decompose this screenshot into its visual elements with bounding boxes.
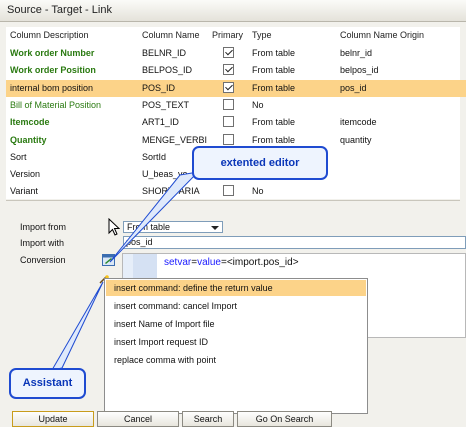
cell-type: No <box>252 99 264 110</box>
assistant-menu: insert command: define the return value … <box>104 278 368 414</box>
header-primary[interactable]: Primary <box>212 30 243 42</box>
import-from-select[interactable]: From table <box>123 221 223 233</box>
conversion-code: setvar=value=<import.pos_id> <box>164 257 299 268</box>
primary-checkbox[interactable] <box>223 185 234 197</box>
menu-item-label: insert command: cancel Import <box>114 301 238 311</box>
conversion-label: Conversion <box>20 255 66 265</box>
callout-assistant: Assistant <box>9 368 86 399</box>
cell-column-description: Version <box>10 169 41 180</box>
separator <box>6 200 460 201</box>
cell-column-name-origin: itemcode <box>340 117 377 128</box>
primary-checkbox[interactable] <box>223 116 234 128</box>
cell-type: From table <box>252 134 296 145</box>
cell-column-name: SHORTVARIA <box>142 186 200 197</box>
primary-checkbox[interactable] <box>223 64 234 76</box>
cell-column-name: SortId <box>142 151 167 162</box>
cell-column-description: Work order Number <box>10 48 95 58</box>
table-row[interactable]: Itemcode ART1_ID From table itemcode <box>6 114 466 131</box>
cell-type: From table <box>252 117 296 128</box>
code-expression: <import.pos_id> <box>226 257 299 268</box>
cell-type: From table <box>252 48 296 58</box>
header-column-name[interactable]: Column Name <box>142 30 200 42</box>
primary-checkbox[interactable] <box>223 98 234 110</box>
chevron-down-icon[interactable] <box>211 226 219 230</box>
callout-assistant-text: Assistant <box>22 377 73 389</box>
menu-item-replace-comma[interactable]: replace comma with point <box>106 352 366 368</box>
menu-item-import-request-id[interactable]: insert Import request ID <box>106 334 366 350</box>
cell-column-name: U_beas_ve <box>142 169 188 180</box>
cell-column-name: POS_TEXT <box>142 99 190 110</box>
window-title: Source - Target - Link <box>7 4 112 16</box>
cell-column-name: BELNR_ID <box>142 48 187 58</box>
menu-item-cancel-import[interactable]: insert command: cancel Import <box>106 298 366 314</box>
cell-column-name-origin: quantity <box>340 134 372 145</box>
cell-column-name: ART1_ID <box>142 117 179 128</box>
cell-column-name-origin: pos_id <box>340 82 367 93</box>
menu-item-label: insert Name of Import file <box>114 319 215 329</box>
cell-column-description: Bill of Material Position <box>10 99 102 110</box>
cell-column-description: Quantity <box>10 134 47 145</box>
callout-extended-editor: extented editor <box>192 146 328 180</box>
cell-type: From table <box>252 82 296 93</box>
header-type[interactable]: Type <box>252 30 272 42</box>
table-row[interactable]: Variant SHORTVARIA No <box>6 183 466 200</box>
menu-item-import-file-name[interactable]: insert Name of Import file <box>106 316 366 332</box>
import-with-label: Import with <box>20 238 65 248</box>
cell-type: From table <box>252 65 296 76</box>
cell-column-name-origin: belnr_id <box>340 48 373 58</box>
import-from-value: From table <box>127 222 171 232</box>
cell-column-description: Sort <box>10 151 27 162</box>
cell-column-description: Itemcode <box>10 117 50 128</box>
table-row[interactable]: internal bom position POS_ID From table pos… <box>6 79 466 97</box>
cell-column-name: BELPOS_ID <box>142 65 193 76</box>
code-keyword-setvar: setvar <box>164 257 192 268</box>
cell-column-description: internal bom position <box>10 82 94 93</box>
table-row[interactable]: Work order Number BELNR_ID From table belnr… <box>6 45 466 62</box>
import-with-value: pos_id <box>126 237 153 247</box>
menu-item-label: replace comma with point <box>114 355 217 365</box>
cell-column-description: Variant <box>10 186 38 197</box>
menu-item-label: insert command: define the return value <box>114 283 273 293</box>
cell-type: No <box>252 186 264 197</box>
primary-checkbox[interactable] <box>223 47 234 58</box>
table-row[interactable]: Work order Position BELPOS_ID From table be… <box>6 62 466 79</box>
import-from-label: Import from <box>20 222 67 232</box>
edit-window-icon[interactable] <box>102 254 115 266</box>
cell-column-name: POS_ID <box>142 82 176 93</box>
primary-checkbox[interactable] <box>223 133 234 145</box>
import-with-input[interactable]: pos_id <box>123 236 466 249</box>
table-row[interactable]: Bill of Material Position POS_TEXT No <box>6 97 466 114</box>
title-bar: Source - Target - Link <box>0 0 466 22</box>
primary-checkbox[interactable] <box>223 81 234 93</box>
header-column-name-origin[interactable]: Column Name Origin <box>340 30 424 42</box>
header-column-description[interactable]: Column Description <box>10 30 89 42</box>
menu-item-label: insert Import request ID <box>114 337 209 347</box>
callout-editor-text: extented editor <box>220 157 300 169</box>
menu-item-define-return-value[interactable]: insert command: define the return value <box>106 280 366 296</box>
cell-column-description: Work order Position <box>10 65 96 76</box>
mouse-pointer-icon <box>108 218 120 236</box>
code-keyword-value: value <box>197 257 221 268</box>
cell-column-name: MENGE_VERBI <box>142 134 208 145</box>
cell-column-name-origin: belpos_id <box>340 65 379 76</box>
